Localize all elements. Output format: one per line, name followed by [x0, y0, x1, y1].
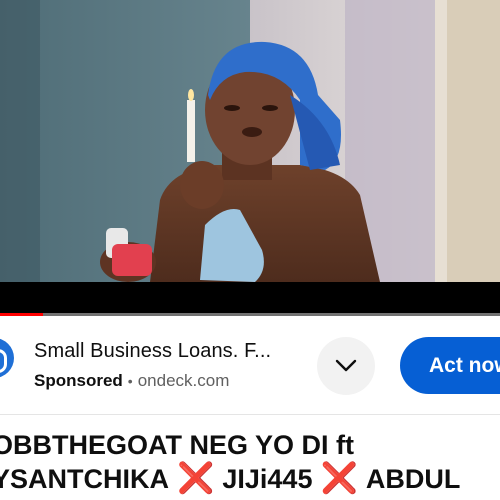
- divider: [0, 414, 500, 415]
- ad-title[interactable]: Small Business Loans. F...: [34, 340, 271, 363]
- youtube-watch-page: Small Business Loans. F... Sponsored • ond…: [0, 0, 500, 500]
- video-title-line-1: OBBTHEGOAT NEG YO DI ft: [0, 430, 355, 460]
- title-artist-2: JIJi445: [222, 464, 313, 494]
- act-now-button[interactable]: Act now: [400, 337, 500, 394]
- video-frame: [0, 0, 500, 282]
- chevron-down-icon: [335, 359, 357, 372]
- ad-expand-button[interactable]: [317, 337, 375, 395]
- title-artist-1: YSANTCHIKA: [0, 464, 170, 494]
- meta-separator: •: [127, 373, 133, 389]
- title-artist-3: ABDUL: [365, 464, 461, 494]
- advertiser-logo[interactable]: [0, 338, 14, 378]
- video-title[interactable]: OBBTHEGOAT NEG YO DI ft YSANTCHIKA ❌ JIJi4…: [0, 428, 500, 496]
- ad-meta: Sponsored • ondeck.com: [34, 371, 229, 391]
- video-title-line-2: YSANTCHIKA ❌ JIJi445 ❌ ABDUL: [0, 462, 500, 496]
- sponsored-label: Sponsored: [34, 371, 123, 390]
- ad-card[interactable]: Small Business Loans. F... Sponsored • ond…: [0, 316, 500, 414]
- ad-domain: ondeck.com: [137, 371, 230, 390]
- cross-mark-icon: ❌: [177, 462, 215, 495]
- cross-mark-icon: ❌: [320, 462, 358, 495]
- player-control-strip: [0, 282, 500, 316]
- video-player[interactable]: [0, 0, 500, 282]
